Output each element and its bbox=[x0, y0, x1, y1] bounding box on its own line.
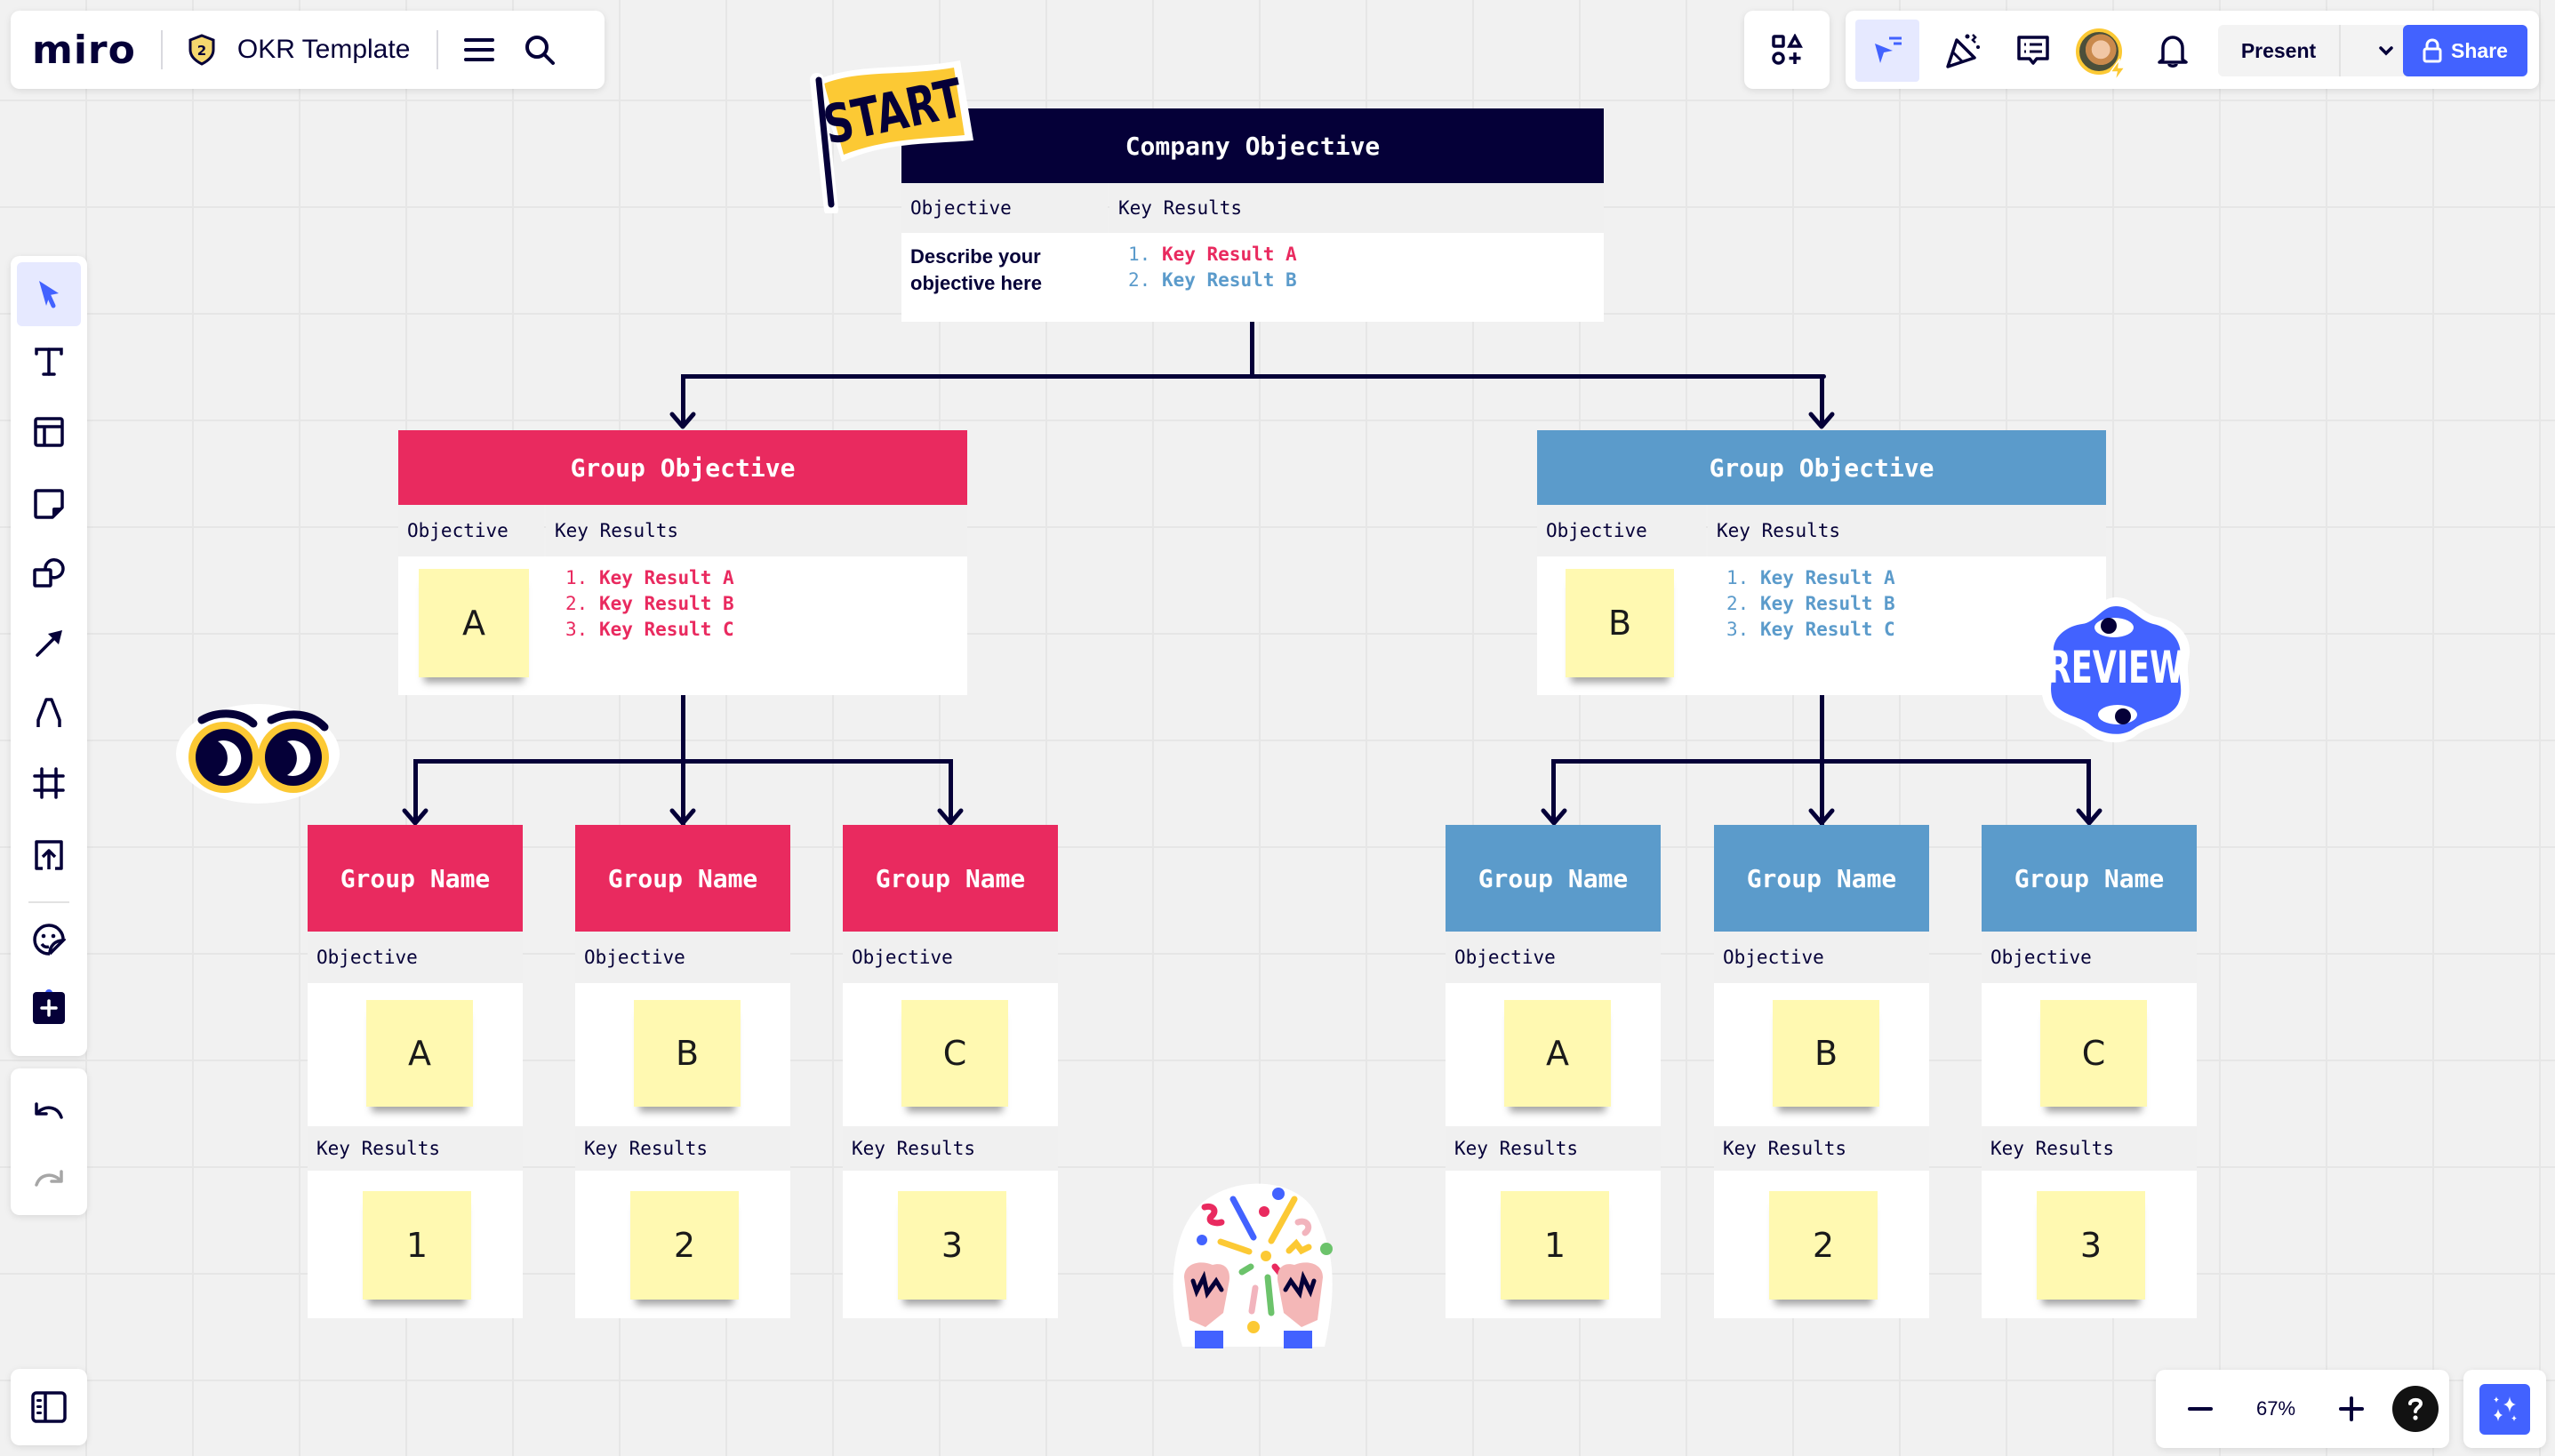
company-key-results: 1. Key Result A 2. Key Result B bbox=[1128, 242, 1297, 293]
key-result-sticky-note[interactable]: 2 bbox=[630, 1191, 739, 1300]
arrowhead-icon bbox=[1808, 808, 1835, 826]
arrowhead-icon bbox=[669, 412, 696, 429]
group-key-results: 1. Key Result A 2. Key Result B 3. Key R… bbox=[565, 565, 734, 643]
objective-text[interactable]: Describe your objective here bbox=[910, 244, 1088, 297]
key-result-item[interactable]: 3. Key Result C bbox=[565, 617, 734, 643]
arrowhead-icon bbox=[1541, 808, 1567, 826]
arrowhead-icon bbox=[2076, 808, 2102, 826]
key-result-item[interactable]: 1. Key Result A bbox=[1128, 242, 1297, 268]
objective-sticky-note[interactable]: A bbox=[366, 1000, 473, 1107]
objective-header: Objective bbox=[575, 932, 790, 983]
key-results-header: Key Results bbox=[575, 1126, 790, 1171]
group-objective-title: Group Objective bbox=[1537, 430, 2106, 505]
celebration-sticker[interactable] bbox=[1165, 1178, 1342, 1351]
objective-header: Objective bbox=[1537, 505, 1706, 556]
objective-sticky-note[interactable]: B bbox=[634, 1000, 741, 1107]
arrowhead-icon bbox=[402, 808, 429, 826]
key-result-item[interactable]: 2. Key Result B bbox=[1726, 591, 1895, 617]
objective-header: Objective bbox=[398, 505, 544, 556]
svg-text:REVIEW: REVIEW bbox=[2047, 643, 2184, 694]
team-name: Group Name bbox=[308, 825, 523, 932]
objective-header: Objective bbox=[1714, 932, 1929, 983]
company-objective-title: Company Objective bbox=[901, 108, 1604, 183]
team-name: Group Name bbox=[1446, 825, 1661, 932]
key-results-header: Key Results bbox=[1109, 183, 1604, 233]
objective-header: Objective bbox=[1982, 932, 2197, 983]
team-name: Group Name bbox=[1982, 825, 2197, 932]
key-result-item[interactable]: 2. Key Result B bbox=[1128, 268, 1297, 293]
arrowhead-icon bbox=[937, 808, 964, 826]
team-name: Group Name bbox=[1714, 825, 1929, 932]
review-sticker[interactable]: REVIEW bbox=[2036, 594, 2196, 745]
key-result-item[interactable]: 1. Key Result A bbox=[1726, 565, 1895, 591]
objective-header: Objective bbox=[1446, 932, 1661, 983]
objective-header: Objective bbox=[843, 932, 1058, 983]
arrowhead-icon bbox=[1808, 412, 1835, 429]
group-objective-title: Group Objective bbox=[398, 430, 967, 505]
key-result-sticky-note[interactable]: 1 bbox=[1501, 1191, 1609, 1300]
key-result-sticky-note[interactable]: 2 bbox=[1769, 1191, 1878, 1300]
objective-header: Objective bbox=[308, 932, 523, 983]
key-result-sticky-note[interactable]: 3 bbox=[2037, 1191, 2145, 1300]
team-name: Group Name bbox=[575, 825, 790, 932]
key-result-item[interactable]: 2. Key Result B bbox=[565, 591, 734, 617]
key-result-item[interactable]: 3. Key Result C bbox=[1726, 617, 1895, 643]
googly-eyes-sticker[interactable] bbox=[173, 702, 342, 804]
arrowhead-icon bbox=[669, 808, 696, 826]
objective-sticky-note[interactable]: C bbox=[901, 1000, 1008, 1107]
key-results-header: Key Results bbox=[1708, 505, 2106, 556]
key-results-header: Key Results bbox=[308, 1126, 523, 1171]
objective-sticky-note[interactable]: A bbox=[1504, 1000, 1611, 1107]
key-result-item[interactable]: 1. Key Result A bbox=[565, 565, 734, 591]
sticky-note[interactable]: A bbox=[419, 569, 529, 677]
group-key-results: 1. Key Result A 2. Key Result B 3. Key R… bbox=[1726, 565, 1895, 643]
objective-sticky-note[interactable]: C bbox=[2040, 1000, 2147, 1107]
key-results-header: Key Results bbox=[546, 505, 967, 556]
key-result-sticky-note[interactable]: 3 bbox=[898, 1191, 1006, 1300]
key-result-sticky-note[interactable]: 1 bbox=[363, 1191, 471, 1300]
key-results-header: Key Results bbox=[1714, 1126, 1929, 1171]
team-name: Group Name bbox=[843, 825, 1058, 932]
start-flag-sticker[interactable]: START bbox=[805, 53, 982, 217]
key-results-header: Key Results bbox=[843, 1126, 1058, 1171]
key-results-header: Key Results bbox=[1446, 1126, 1661, 1171]
objective-sticky-note[interactable]: B bbox=[1773, 1000, 1879, 1107]
key-results-header: Key Results bbox=[1982, 1126, 2197, 1171]
sticky-note[interactable]: B bbox=[1566, 569, 1674, 677]
